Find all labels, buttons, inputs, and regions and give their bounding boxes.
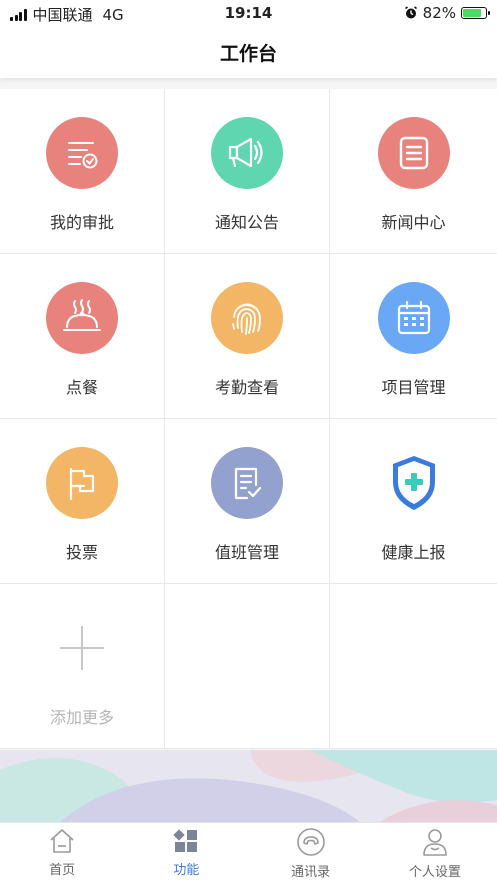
phone-icon — [296, 828, 325, 856]
news-icon — [377, 117, 450, 189]
battery-icon — [461, 7, 490, 19]
feature-label: 投票 — [65, 543, 98, 562]
tab-functions[interactable]: 功能 — [124, 823, 248, 883]
status-bar: 中国联通 4G 19:14 82% — [0, 0, 497, 26]
battery-fill — [463, 9, 482, 17]
alarm-icon — [404, 6, 417, 19]
decorative-banner — [0, 750, 497, 822]
feature-grid: 我的审批 通知公告 新闻中心 点餐 考勤查看 项目管理 投票 值班管理 健康上报… — [0, 89, 497, 749]
feature-notice[interactable]: 通知公告 — [165, 89, 330, 254]
feature-label: 通知公告 — [214, 213, 279, 232]
home-icon — [50, 829, 74, 853]
battery-percent: 82% — [422, 4, 456, 22]
feature-duty[interactable]: 值班管理 — [165, 419, 330, 584]
feature-health-report[interactable]: 健康上报 — [330, 419, 497, 584]
health-shield-icon — [378, 447, 450, 519]
add-more-button[interactable]: 添加更多 — [0, 584, 165, 749]
fingerprint-icon — [211, 282, 283, 354]
feature-label: 考勤查看 — [214, 378, 279, 397]
flag-icon — [46, 447, 118, 519]
add-more-label: 添加更多 — [49, 708, 114, 727]
tab-home[interactable]: 首页 — [0, 823, 124, 883]
tab-label: 通讯录 — [291, 865, 331, 880]
feature-label: 健康上报 — [381, 543, 446, 562]
feature-project[interactable]: 项目管理 — [330, 254, 497, 419]
approval-icon — [46, 117, 118, 189]
empty-cell — [165, 584, 330, 749]
feature-attendance[interactable]: 考勤查看 — [165, 254, 330, 419]
page-title: 工作台 — [219, 42, 277, 65]
feature-label: 值班管理 — [214, 543, 279, 562]
feature-vote[interactable]: 投票 — [0, 419, 165, 584]
plus-icon — [46, 612, 118, 684]
tab-contacts[interactable]: 通讯录 — [249, 823, 373, 883]
tab-label: 首页 — [49, 863, 76, 878]
nav-bar: 工作台 — [0, 26, 497, 78]
bottom-tab-bar: 首页 功能 通讯录 个人设置 — [0, 822, 497, 883]
megaphone-icon — [211, 117, 283, 189]
grid-icon — [173, 829, 198, 852]
duty-checklist-icon — [211, 447, 283, 519]
feature-approval[interactable]: 我的审批 — [0, 89, 165, 254]
calendar-icon — [377, 282, 450, 354]
feature-order-food[interactable]: 点餐 — [0, 254, 165, 419]
food-cloche-icon — [46, 282, 118, 354]
user-icon — [423, 829, 447, 856]
feature-label: 点餐 — [65, 378, 98, 397]
empty-cell — [330, 584, 497, 749]
feature-label: 项目管理 — [381, 378, 446, 397]
tab-label: 功能 — [173, 863, 200, 878]
status-right: 82% — [404, 4, 490, 22]
feature-label: 我的审批 — [49, 213, 114, 232]
tab-personal-settings[interactable]: 个人设置 — [373, 823, 497, 883]
feature-label: 新闻中心 — [381, 213, 446, 232]
feature-news[interactable]: 新闻中心 — [330, 89, 497, 254]
tab-label: 个人设置 — [408, 865, 461, 880]
